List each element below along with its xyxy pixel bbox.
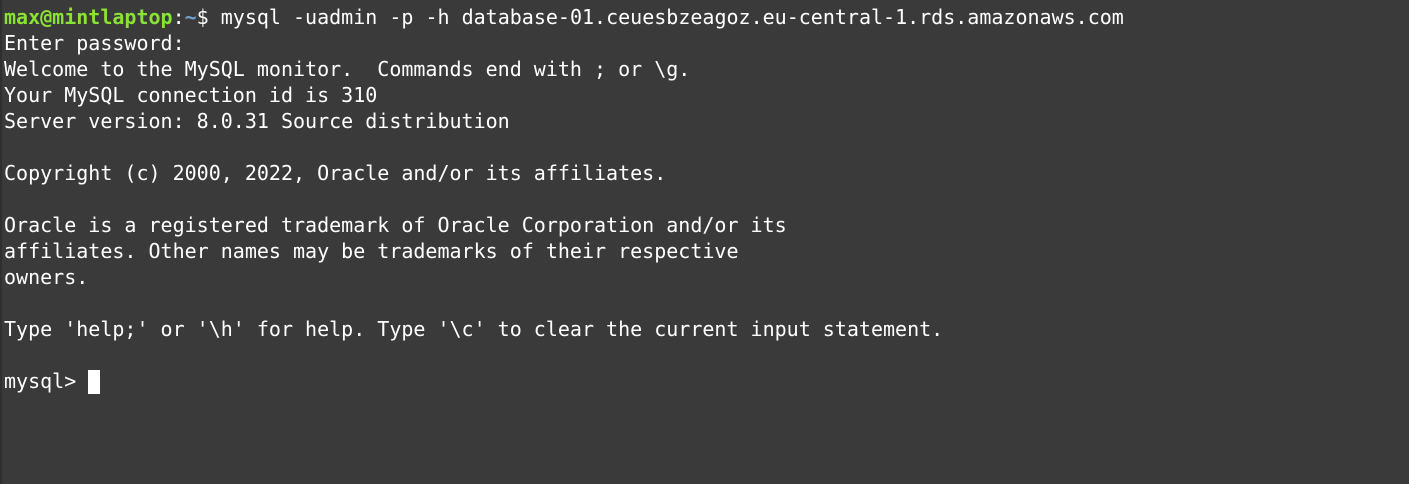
prompt-user-host: max@mintlaptop [4,5,173,29]
window-edge [0,0,2,484]
mysql-prompt-line[interactable]: mysql> [4,368,1409,394]
prompt-symbol: $ [196,5,221,29]
output-server-version: Server version: 8.0.31 Source distributi… [4,109,510,133]
output-enter-password: Enter password: [4,31,185,55]
output-trademark-line-3: owners. [4,265,89,289]
output-connection-id: Your MySQL connection id is 310 [4,83,378,107]
output-welcome: Welcome to the MySQL monitor. Commands e… [4,57,691,81]
output-help: Type 'help;' or '\h' for help. Type '\c'… [4,317,944,341]
prompt-separator: : [172,5,185,29]
output-trademark-line-2: affiliates. Other names may be trademark… [4,239,739,263]
prompt-path: ~ [184,5,197,29]
text-cursor[interactable] [88,370,101,394]
mysql-prompt: mysql> [4,369,89,393]
shell-prompt-line: max@mintlaptop:~$ mysql -uadmin -p -h da… [4,4,1409,30]
shell-command: mysql -uadmin -p -h database-01.ceuesbze… [220,5,1124,29]
terminal-window[interactable]: max@mintlaptop:~$ mysql -uadmin -p -h da… [0,0,1409,484]
output-trademark-line-1: Oracle is a registered trademark of Orac… [4,213,787,237]
output-copyright: Copyright (c) 2000, 2022, Oracle and/or … [4,161,667,185]
